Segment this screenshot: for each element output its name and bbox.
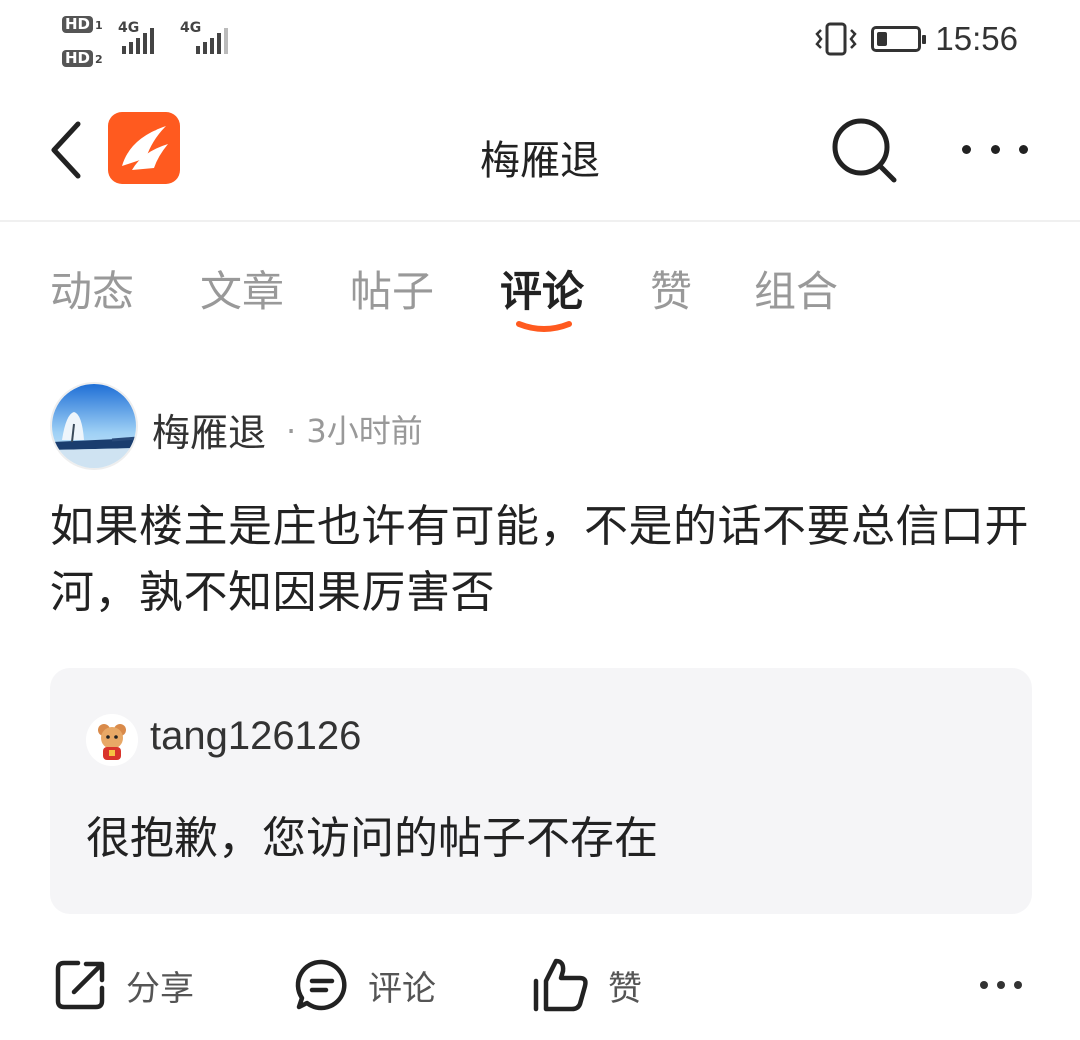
avatar[interactable]	[50, 382, 138, 470]
status-bar: HD 1 HD 2 4G 4G 15:56	[0, 0, 1080, 90]
tab-portfolio[interactable]: 组合	[754, 258, 838, 319]
nav-bar: 梅雁退	[0, 90, 1080, 222]
tab-posts[interactable]: 帖子	[350, 258, 434, 319]
sim2-indicator: HD 2	[62, 48, 103, 67]
hd-badge: HD	[62, 16, 94, 33]
signal-icon	[122, 26, 154, 54]
search-icon	[832, 118, 897, 183]
share-label: 分享	[126, 968, 194, 1009]
sim1-indicator: HD 1	[62, 14, 103, 33]
tab-comments[interactable]: 评论	[500, 258, 584, 319]
vibrate-icon	[815, 22, 858, 56]
comment-text: 如果楼主是庄也许有可能，不是的话不要总信口开河，孰不知因果厉害否	[50, 501, 1029, 618]
comment-label: 评论	[368, 968, 436, 1009]
tab-likes[interactable]: 赞	[650, 258, 692, 319]
hd-badge: HD	[62, 50, 94, 67]
comment-button[interactable]: 评论	[294, 950, 436, 1020]
signal-icon	[196, 26, 228, 54]
active-tab-indicator	[516, 321, 572, 332]
quoted-post[interactable]: tang126126 很抱歉，您访问的帖子不存在	[50, 668, 1032, 914]
quote-username: tang126126	[150, 714, 362, 758]
status-right: 15:56	[815, 20, 1018, 58]
tab-dynamics[interactable]: 动态	[50, 258, 134, 319]
comment-timestamp: · 3小时前	[286, 412, 423, 450]
like-label: 赞	[608, 968, 642, 1009]
clock: 15:56	[935, 20, 1018, 57]
profile-tabs: 动态 文章 帖子 评论 赞 组合	[0, 226, 1080, 346]
comment-author[interactable]: 梅雁退	[152, 402, 266, 457]
quote-avatar	[86, 714, 138, 766]
like-button[interactable]: 赞	[532, 950, 642, 1020]
share-button[interactable]: 分享	[54, 950, 194, 1020]
page-title: 梅雁退	[480, 138, 600, 184]
more-icon[interactable]	[980, 979, 1022, 991]
like-icon	[533, 958, 588, 1012]
comment-icon	[295, 959, 347, 1011]
quote-text: 很抱歉，您访问的帖子不存在	[86, 813, 658, 864]
share-icon	[55, 960, 105, 1010]
search-button[interactable]	[830, 116, 900, 186]
tab-articles[interactable]: 文章	[200, 258, 284, 319]
more-icon[interactable]	[962, 134, 1028, 164]
battery-icon	[871, 26, 927, 52]
battery-fill	[877, 32, 888, 46]
